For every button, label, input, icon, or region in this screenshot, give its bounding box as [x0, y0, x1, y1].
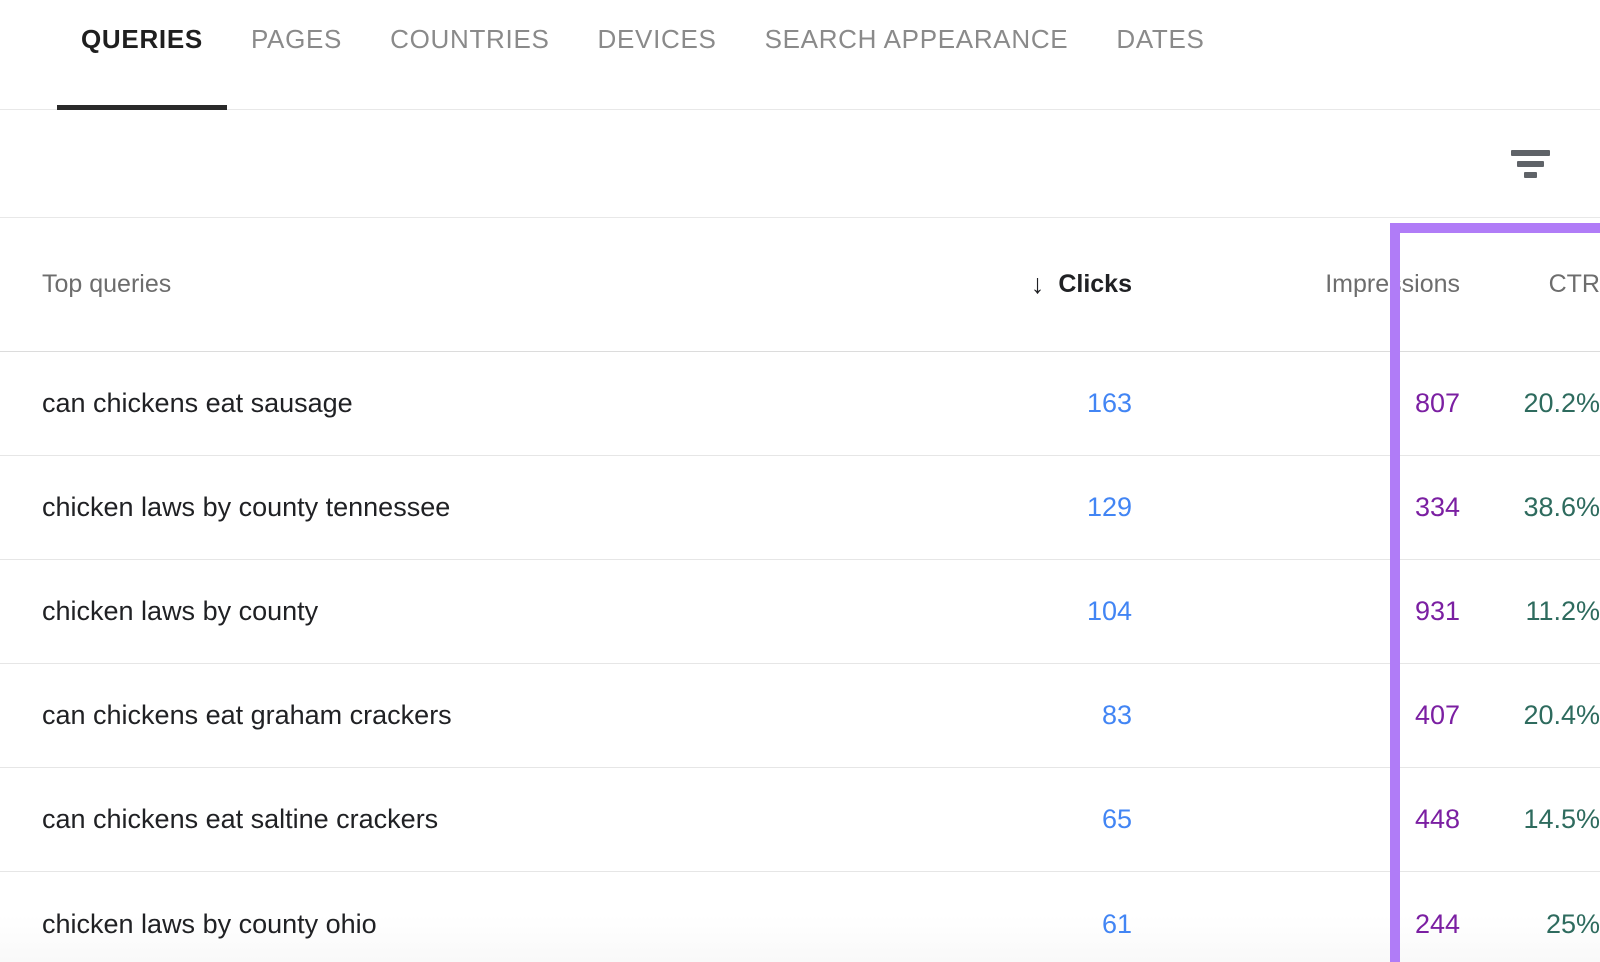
cell-impressions: 448 [1414, 804, 1460, 834]
filter-icon-bar-top [1510, 150, 1550, 156]
cell-query: can chickens eat saltine crackers [42, 804, 439, 834]
tab-countries-label: COUNTRIES [390, 24, 550, 54]
cell-ctr: 20.2% [1523, 388, 1600, 418]
cell-ctr: 20.4% [1523, 700, 1600, 730]
cell-query: can chickens eat graham crackers [42, 700, 452, 730]
tab-pages[interactable]: PAGES [227, 0, 366, 110]
table-row[interactable]: can chickens eat saltine crackers 65 448… [0, 768, 1600, 872]
filter-icon-bar-middle [1516, 161, 1544, 167]
cell-impressions: 334 [1414, 492, 1460, 522]
cell-clicks: 83 [1101, 700, 1132, 730]
cell-query: chicken laws by county ohio [42, 908, 377, 939]
cell-ctr: 11.2% [1525, 596, 1600, 626]
filter-icon-bar-bottom [1523, 172, 1537, 178]
tab-dates-label: DATES [1116, 24, 1205, 54]
performance-table: Top queries ↓ Clicks Impressions CTR can… [0, 218, 1600, 962]
table-row[interactable]: can chickens eat sausage 163 807 20.2% [0, 352, 1600, 456]
cell-ctr: 38.6% [1523, 492, 1600, 522]
cell-query: chicken laws by county [42, 596, 319, 626]
tab-devices-label: DEVICES [597, 24, 717, 54]
cell-impressions: 931 [1414, 596, 1460, 626]
cell-impressions: 407 [1414, 700, 1460, 730]
table-header-row: Top queries ↓ Clicks Impressions CTR [0, 218, 1600, 352]
table-row[interactable]: chicken laws by county ohio 61 244 25% [0, 872, 1600, 962]
table-row[interactable]: chicken laws by county 104 931 11.2% [0, 560, 1600, 664]
cell-query: chicken laws by county tennessee [42, 492, 451, 522]
table-toolbar [0, 110, 1600, 218]
cell-impressions: 807 [1414, 388, 1460, 418]
cell-impressions: 244 [1414, 908, 1460, 939]
column-header-clicks-label: Clicks [1058, 270, 1132, 298]
cell-clicks: 163 [1086, 388, 1132, 418]
cell-clicks: 129 [1086, 492, 1132, 522]
cell-ctr: 14.5% [1523, 804, 1600, 834]
tab-queries[interactable]: QUERIES [57, 0, 227, 110]
column-header-clicks[interactable]: ↓ Clicks [870, 270, 1132, 299]
column-header-ctr[interactable]: CTR [1460, 270, 1600, 299]
table-row[interactable]: chicken laws by county tennessee 129 334… [0, 456, 1600, 560]
tab-countries[interactable]: COUNTRIES [366, 0, 573, 110]
cell-clicks: 61 [1101, 908, 1132, 939]
tab-search-appearance[interactable]: SEARCH APPEARANCE [741, 0, 1093, 110]
search-console-performance-table: QUERIES PAGES COUNTRIES DEVICES SEARCH A… [0, 0, 1600, 962]
cell-clicks: 104 [1086, 596, 1132, 626]
column-header-top-queries[interactable]: Top queries [0, 270, 870, 299]
tab-search-appearance-label: SEARCH APPEARANCE [764, 24, 1069, 54]
dimension-tab-bar: QUERIES PAGES COUNTRIES DEVICES SEARCH A… [0, 0, 1600, 110]
cell-query: can chickens eat sausage [42, 388, 353, 418]
column-header-impressions[interactable]: Impressions [1132, 270, 1460, 299]
tab-devices[interactable]: DEVICES [574, 0, 741, 110]
cell-clicks: 65 [1101, 804, 1132, 834]
filter-list-icon[interactable] [1506, 142, 1554, 186]
tab-dates[interactable]: DATES [1092, 0, 1228, 110]
cell-ctr: 25% [1545, 908, 1600, 939]
tab-pages-label: PAGES [250, 24, 343, 54]
table-row[interactable]: can chickens eat graham crackers 83 407 … [0, 664, 1600, 768]
tab-queries-label: QUERIES [81, 24, 203, 54]
sort-descending-arrow-icon: ↓ [1030, 269, 1045, 299]
